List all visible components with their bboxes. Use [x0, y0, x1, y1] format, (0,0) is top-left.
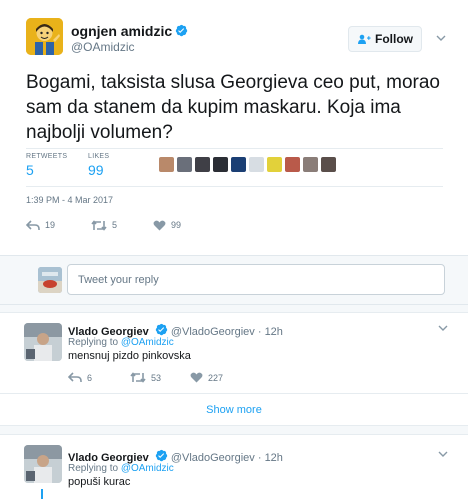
liker-avatar[interactable]	[195, 157, 210, 172]
liker-avatar[interactable]	[321, 157, 336, 172]
liker-avatar[interactable]	[177, 157, 192, 172]
like-count: 99	[171, 220, 182, 230]
reply-count: 19	[45, 220, 56, 230]
reply-input[interactable]: Tweet your reply	[67, 264, 445, 295]
user-avatar[interactable]	[38, 267, 62, 293]
reply-header: Vlado Georgiev @VladoGeorgiev · 12h	[68, 323, 283, 338]
retweets-stat[interactable]: RETWEETS 5	[26, 153, 67, 178]
liker-avatars	[159, 157, 336, 172]
retweet-icon	[130, 372, 146, 383]
tweet-timestamp[interactable]: 1:39 PM - 4 Mar 2017	[26, 195, 113, 205]
reply-count: 6	[87, 372, 93, 383]
follow-button[interactable]: Follow	[348, 26, 422, 52]
retweet-action[interactable]: 53	[130, 372, 190, 383]
retweet-icon	[91, 219, 107, 231]
main-tweet: ognjen amidzic @OAmidzic Follow Bogami, …	[0, 0, 468, 254]
replying-to: Replying to @OAmidzic	[68, 337, 174, 348]
replying-prefix: Replying to	[68, 337, 119, 348]
like-count: 227	[208, 372, 224, 383]
author-avatar[interactable]	[26, 18, 63, 55]
liker-avatar[interactable]	[303, 157, 318, 172]
reply-tweet-1[interactable]: Vlado Georgiev @VladoGeorgiev · 12h Repl…	[0, 314, 468, 393]
verified-badge-icon	[155, 323, 167, 336]
liker-avatar[interactable]	[249, 157, 264, 172]
reply-action[interactable]: 19	[26, 219, 56, 231]
retweet-count: 53	[151, 372, 162, 383]
heart-icon	[153, 220, 166, 230]
tweet-text: Bogami, taksista slusa Georgieva ceo put…	[26, 72, 440, 143]
like-action[interactable]: 227	[190, 372, 223, 383]
author-handle[interactable]: @OAmidzic	[71, 40, 135, 54]
reply-author-handle[interactable]: @VladoGeorgiev	[171, 452, 255, 464]
reply-icon	[68, 372, 82, 382]
retweets-count: 5	[26, 162, 34, 178]
liker-avatar[interactable]	[285, 157, 300, 172]
chevron-down-icon[interactable]	[438, 324, 448, 332]
retweet-action[interactable]: 5	[91, 219, 118, 231]
separator-dot: ·	[257, 326, 262, 338]
reply-avatar[interactable]	[24, 323, 62, 361]
reply-actions: 6 53 227	[68, 372, 223, 383]
reply-action[interactable]: 6	[68, 372, 130, 383]
reply-author-handle[interactable]: @VladoGeorgiev	[171, 326, 255, 338]
liker-avatar[interactable]	[159, 157, 174, 172]
replying-to: Replying to @OAmidzic	[68, 463, 174, 474]
reply-avatar[interactable]	[24, 445, 62, 483]
likes-count: 99	[88, 162, 104, 178]
reply-time[interactable]: 12h	[265, 452, 283, 464]
author-name-text[interactable]: ognjen amidzic	[71, 23, 172, 39]
retweet-count: 5	[112, 220, 118, 230]
section-gap	[0, 305, 468, 313]
retweets-label: RETWEETS	[26, 153, 68, 160]
reply-header: Vlado Georgiev @VladoGeorgiev · 12h	[68, 449, 283, 464]
show-more-button[interactable]: Show more	[0, 393, 468, 426]
author-name[interactable]: ognjen amidzic	[71, 23, 188, 39]
thread-line	[41, 489, 43, 499]
liker-avatar[interactable]	[213, 157, 228, 172]
liker-avatar[interactable]	[231, 157, 246, 172]
chevron-down-icon[interactable]	[436, 34, 446, 42]
reply-tweet-2[interactable]: Vlado Georgiev @VladoGeorgiev · 12h Repl…	[0, 436, 468, 499]
likes-stat[interactable]: LIKES 99	[88, 153, 109, 178]
chevron-down-icon[interactable]	[438, 450, 448, 458]
verified-badge-icon	[155, 449, 167, 462]
reply-composer: Tweet your reply	[0, 255, 468, 305]
separator-dot: ·	[257, 452, 262, 464]
divider	[26, 186, 443, 187]
replying-mention[interactable]: @OAmidzic	[121, 337, 174, 348]
liker-avatar[interactable]	[267, 157, 282, 172]
tweet-actions: 19 5 99	[26, 218, 217, 232]
add-user-icon	[358, 34, 371, 44]
reply-text: mensnuj pizdo pinkovska	[68, 350, 191, 362]
reply-time[interactable]: 12h	[265, 326, 283, 338]
reply-icon	[26, 219, 40, 230]
likes-label: LIKES	[88, 153, 110, 160]
reply-text: popuši kurac	[68, 476, 131, 488]
heart-icon	[190, 372, 203, 383]
like-action[interactable]: 99	[153, 220, 181, 231]
replying-mention[interactable]: @OAmidzic	[121, 463, 174, 474]
follow-label: Follow	[375, 32, 413, 46]
divider	[26, 148, 443, 149]
verified-badge-icon	[175, 24, 188, 37]
replying-prefix: Replying to	[68, 463, 119, 474]
section-gap	[0, 426, 468, 435]
